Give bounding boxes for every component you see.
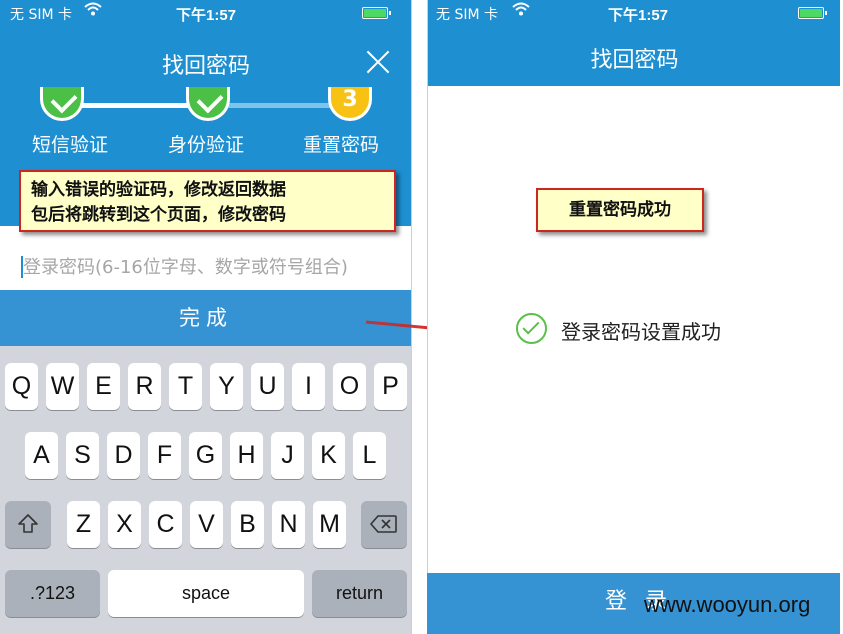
key-d[interactable]: D: [107, 432, 140, 479]
backspace-key[interactable]: [361, 501, 407, 548]
key-q[interactable]: Q: [5, 363, 38, 410]
left-phone-screen: 无 SIM 卡 下午1:57 找回密码 3 短信验证 身份验证 重置密码 完成 …: [0, 0, 412, 634]
done-button[interactable]: 完成: [0, 290, 411, 346]
return-key[interactable]: return: [312, 570, 407, 617]
shift-key[interactable]: [5, 501, 51, 548]
key-x[interactable]: X: [108, 501, 141, 548]
key-m[interactable]: M: [313, 501, 346, 548]
watermark-text: www.wooyun.org: [644, 592, 811, 617]
carrier-label: 无 SIM 卡: [10, 7, 72, 23]
status-time: 下午1:57: [176, 7, 237, 24]
right-status-bar: 无 SIM 卡 下午1:57: [428, 0, 840, 26]
key-z[interactable]: Z: [67, 501, 100, 548]
ios-keyboard: Q W E R T Y U I O P A S D F G H J K L Z …: [0, 346, 411, 634]
key-p[interactable]: P: [374, 363, 407, 410]
carrier-label: 无 SIM 卡: [436, 7, 498, 23]
key-h[interactable]: H: [230, 432, 263, 479]
page-title: 找回密码: [161, 54, 250, 79]
battery-icon: [362, 7, 391, 19]
shift-icon: [18, 514, 38, 533]
key-f[interactable]: F: [148, 432, 181, 479]
key-c[interactable]: C: [149, 501, 182, 548]
battery-icon: [798, 7, 827, 19]
wifi-icon: [512, 1, 530, 21]
annotation-line-2: 包后将跳转到这个页面，修改密码: [31, 205, 286, 225]
left-status-bar: 无 SIM 卡 下午1:57: [0, 0, 411, 26]
status-time: 下午1:57: [608, 7, 669, 24]
key-u[interactable]: U: [251, 363, 284, 410]
key-g[interactable]: G: [189, 432, 222, 479]
step-label-reset: 重置密码: [302, 134, 379, 156]
key-s[interactable]: S: [66, 432, 99, 479]
step-connector-2: [228, 103, 330, 108]
key-e[interactable]: E: [87, 363, 120, 410]
key-r[interactable]: R: [128, 363, 161, 410]
key-y[interactable]: Y: [210, 363, 243, 410]
backspace-icon: [370, 515, 397, 533]
success-check-icon: [516, 313, 547, 344]
step-label-identity: 身份验证: [167, 134, 244, 156]
step-label-sms: 短信验证: [31, 134, 108, 156]
success-message: 登录密码设置成功: [561, 320, 721, 344]
close-icon[interactable]: [364, 48, 392, 76]
key-j[interactable]: J: [271, 432, 304, 479]
key-b[interactable]: B: [231, 501, 264, 548]
key-w[interactable]: W: [46, 363, 79, 410]
key-a[interactable]: A: [25, 432, 58, 479]
step-connector-1: [82, 103, 192, 108]
numbers-key[interactable]: .?123: [5, 570, 100, 617]
password-input[interactable]: [23, 252, 403, 282]
key-o[interactable]: O: [333, 363, 366, 410]
wifi-icon: [84, 1, 102, 21]
key-l[interactable]: L: [353, 432, 386, 479]
annotation-callout-right: 重置密码成功: [536, 188, 704, 232]
annotation-callout-left: 输入错误的验证码，修改返回数据 包后将跳转到这个页面，修改密码: [19, 170, 396, 232]
annotation-line-1: 输入错误的验证码，修改返回数据: [31, 180, 286, 200]
key-k[interactable]: K: [312, 432, 345, 479]
page-title: 找回密码: [590, 48, 679, 73]
key-v[interactable]: V: [190, 501, 223, 548]
space-key[interactable]: space: [108, 570, 304, 617]
key-n[interactable]: N: [272, 501, 305, 548]
key-t[interactable]: T: [169, 363, 202, 410]
key-i[interactable]: I: [292, 363, 325, 410]
